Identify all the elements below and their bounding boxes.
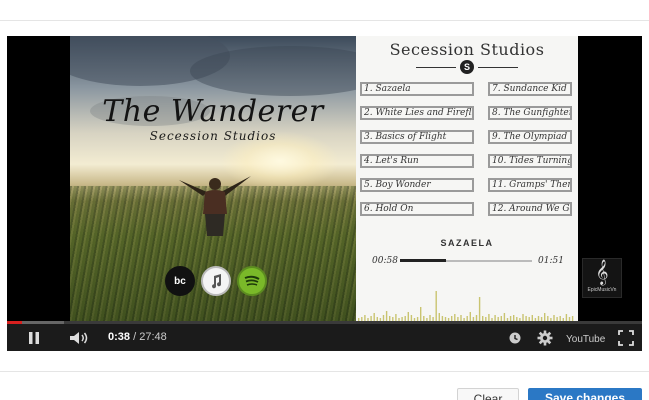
settings-button[interactable] [535,324,555,351]
track-item: 5. Boy Wonder [360,178,474,192]
studio-name: Secession Studios [389,40,545,59]
track-item: 2. White Lies and Fireflies [360,106,474,120]
pause-button[interactable] [23,324,45,351]
fullscreen-icon [618,329,634,346]
now-playing-title: SAZAELA [440,238,494,248]
time-display: 0:38 / 27:48 [108,324,167,351]
track-item: 6. Hold On [360,202,474,216]
primary-button[interactable]: Save changes [528,388,642,400]
store-badges: bc [165,266,267,296]
speaker-icon [70,331,88,344]
youtube-logo-icon: YouTube [566,334,606,345]
waveform-graphic [358,291,574,321]
svg-text:YouTube: YouTube [566,334,606,345]
studio-logo-icon: S [460,60,474,74]
track-item: 10. Tides Turning [488,154,572,168]
watch-later-button[interactable] [507,324,523,351]
album-subtitle: Secession Studios [149,129,277,143]
album-artwork: The Wanderer Secession Studios bc [70,36,356,321]
gear-icon [537,330,553,345]
boy-figure-icon [179,176,251,236]
fullscreen-button[interactable] [616,324,636,351]
video-player[interactable]: The Wanderer Secession Studios bc Secess… [7,36,642,351]
channel-watermark[interactable]: 𝄞 EpicMusicVn [582,258,622,298]
track-item: 11. Gramps' Theme [488,178,572,192]
now-playing-fill [400,259,446,262]
spotify-icon[interactable] [237,266,267,296]
current-time: 0:38 [108,331,131,343]
track-item: 8. The Gunfighter [488,106,572,120]
time-separator: / [130,331,140,343]
track-item: 1. Sazaela [360,82,474,96]
itunes-icon[interactable] [201,266,231,296]
now-playing-duration: 01:51 [538,256,564,266]
control-bar: 0:38 / 27:48 YouTube [7,324,642,351]
clear-button[interactable]: Clear [457,388,519,400]
now-playing-elapsed: 00:58 [372,256,398,266]
pause-icon [29,331,39,344]
track-item: 3. Basics of Flight [360,130,474,144]
album-title: The Wanderer [102,94,324,129]
track-item: 4. Let's Run [360,154,474,168]
total-duration: 27:48 [139,331,167,343]
track-item: 12. Around We Go [488,202,572,216]
embed-page: The Wanderer Secession Studios bc Secess… [0,0,649,400]
bottom-divider [0,371,649,372]
volume-button[interactable] [67,324,91,351]
bandcamp-icon[interactable]: bc [165,266,195,296]
youtube-logo-button[interactable]: YouTube [565,324,607,351]
track-item: 7. Sundance Kid [488,82,572,96]
track-item: 9. The Olympiad [488,130,572,144]
top-divider [0,20,649,21]
tracklist-panel: Secession Studios S SAZAELA 00:58 01:51 … [356,36,578,321]
treble-clef-icon: 𝄞 [595,260,609,285]
channel-watermark-text: EpicMusicVn [587,287,617,293]
video-frame[interactable]: The Wanderer Secession Studios bc Secess… [7,36,642,321]
studio-logo: S [416,60,518,74]
clock-icon [509,332,521,343]
